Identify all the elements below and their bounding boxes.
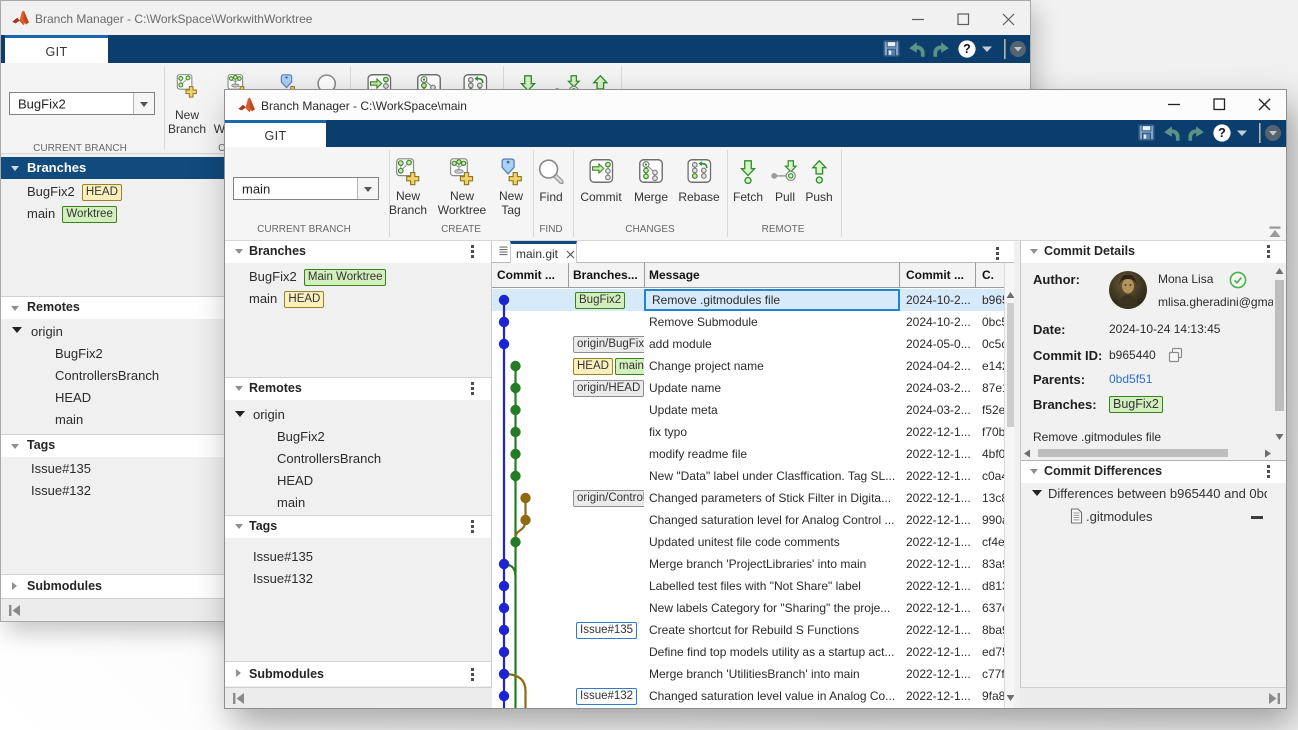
svg-text:?: ? <box>963 42 971 56</box>
svg-text:?: ? <box>1218 126 1226 140</box>
